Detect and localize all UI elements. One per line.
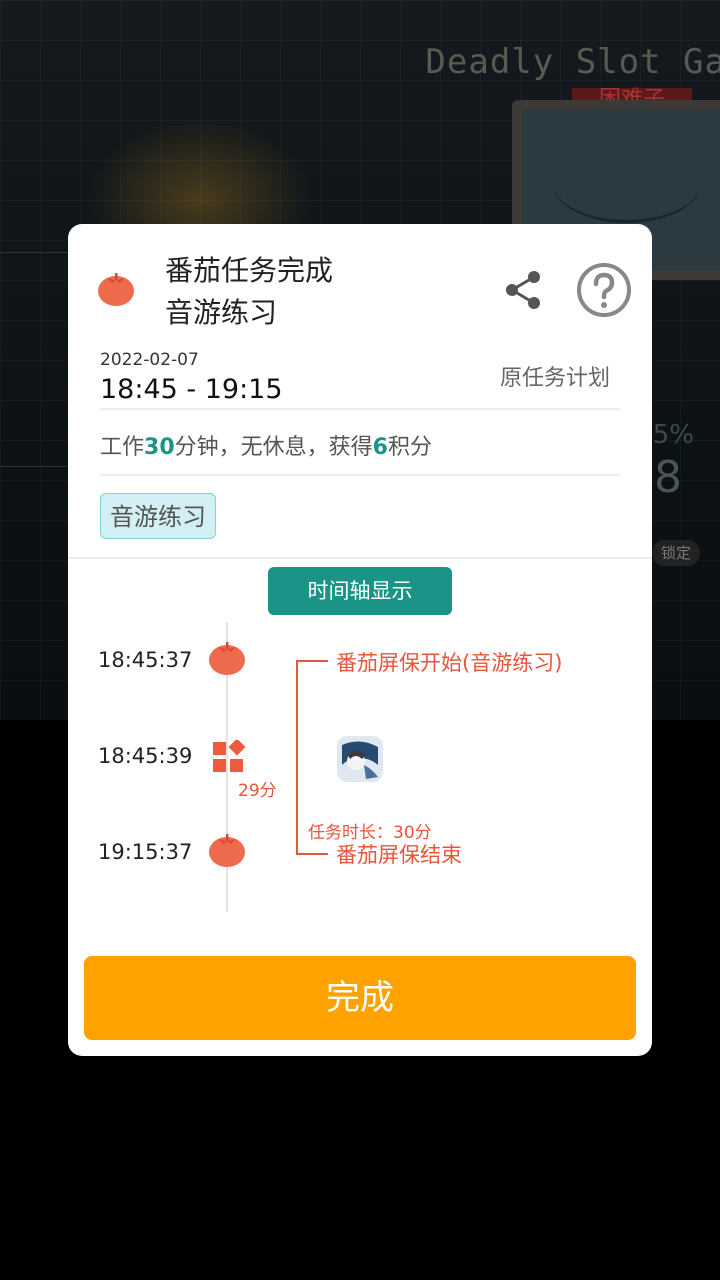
timeline-event-time: 18:45:39 bbox=[98, 744, 193, 768]
share-icon[interactable] bbox=[504, 268, 544, 312]
timeline-end-label: 番茄屏保结束 bbox=[336, 843, 462, 867]
tomato-icon bbox=[98, 273, 134, 306]
background-line bbox=[0, 252, 68, 253]
divider bbox=[100, 474, 620, 476]
game-hud-percent: 5% bbox=[652, 420, 694, 450]
divider bbox=[68, 557, 652, 559]
timeline-bracket bbox=[296, 660, 328, 662]
divider bbox=[100, 408, 620, 410]
timeline-start-label: 番茄屏保开始(音游练习) bbox=[336, 651, 563, 675]
game-app-icon bbox=[337, 736, 383, 782]
apps-grid-icon bbox=[213, 740, 246, 772]
timeline-event-time: 19:15:37 bbox=[98, 840, 193, 864]
game-title: Deadly Slot Ga bbox=[425, 42, 720, 82]
task-time-range: 18:45 - 19:15 bbox=[100, 374, 283, 405]
timeline-bracket bbox=[296, 660, 298, 855]
tomato-icon bbox=[209, 642, 245, 675]
task-name: 音游练习 bbox=[165, 296, 278, 329]
game-hud-number: 8 bbox=[654, 452, 682, 503]
task-date: 2022-02-07 bbox=[100, 350, 199, 370]
timeline-bracket bbox=[296, 853, 328, 855]
original-plan-link[interactable]: 原任务计划 bbox=[500, 360, 610, 392]
dialog-title: 番茄任务完成 bbox=[165, 254, 334, 287]
app-duration: 29分 bbox=[238, 781, 277, 801]
earned-points: 6 bbox=[372, 435, 388, 460]
help-icon[interactable] bbox=[576, 262, 632, 318]
task-complete-dialog: 番茄任务完成 音游练习 2022-02-07 18:45 - 19:15 原任务… bbox=[68, 224, 652, 1056]
done-button[interactable]: 完成 bbox=[84, 956, 636, 1040]
task-summary: 工作30分钟，无休息，获得6积分 bbox=[100, 435, 432, 460]
task-tag[interactable]: 音游练习 bbox=[100, 493, 216, 539]
work-minutes: 30 bbox=[144, 435, 175, 460]
game-lock-badge: 锁定 bbox=[652, 540, 700, 566]
timeline-event-time: 18:45:37 bbox=[98, 648, 193, 672]
timeline-view-button[interactable]: 时间轴显示 bbox=[268, 567, 452, 615]
tomato-icon bbox=[209, 834, 245, 867]
background-line bbox=[0, 466, 68, 467]
